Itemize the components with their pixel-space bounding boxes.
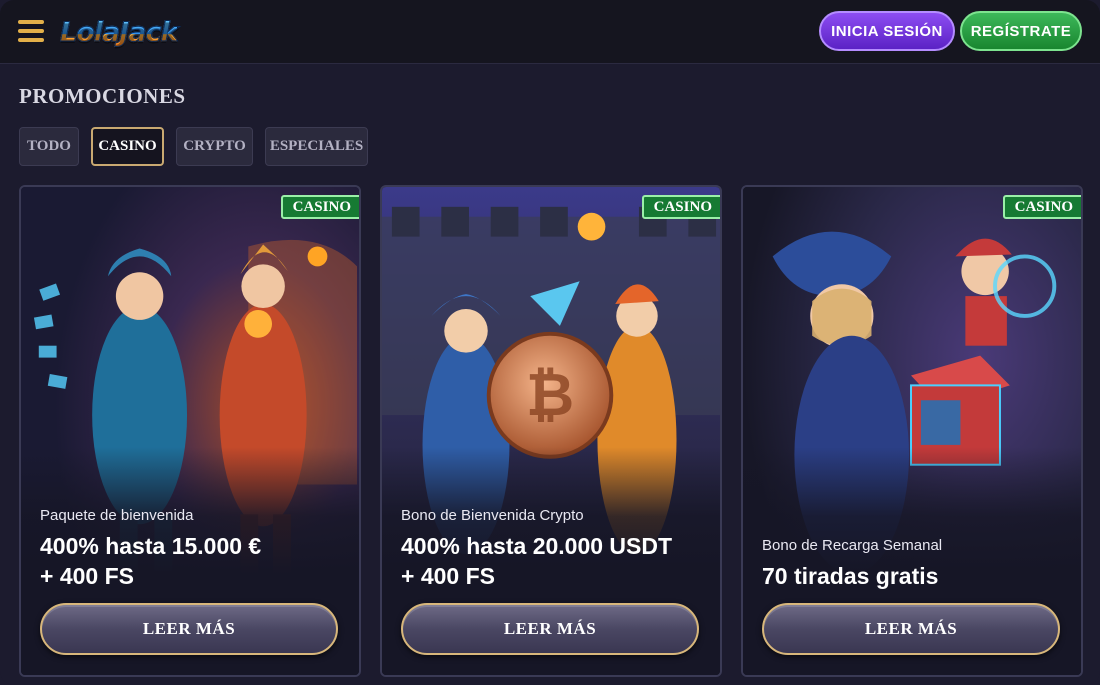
promo-card-welcome[interactable]: CASINO Paquete de bienvenida 400% hasta … xyxy=(19,185,361,677)
promo-subtitle: Bono de Bienvenida Crypto xyxy=(401,507,584,524)
tab-crypto[interactable]: CRYPTO xyxy=(176,127,253,166)
read-more-button[interactable]: LEER MÁS xyxy=(762,603,1060,655)
promo-headline-extra: + 400 FS xyxy=(40,563,134,589)
promo-filter-tabs: TODO CASINO CRYPTO ESPECIALES xyxy=(19,127,368,166)
page-title: PROMOCIONES xyxy=(19,84,186,108)
category-badge: CASINO xyxy=(1002,195,1081,219)
tab-especiales[interactable]: ESPECIALES xyxy=(265,127,368,166)
read-more-button[interactable]: LEER MÁS xyxy=(401,603,699,655)
promo-card-reload[interactable]: CASINO Bono de Recarga Semanal 70 tirada… xyxy=(741,185,1083,677)
promo-headline: 400% hasta 15.000 € xyxy=(40,533,262,559)
tab-todo[interactable]: TODO xyxy=(19,127,79,166)
read-more-button[interactable]: LEER MÁS xyxy=(40,603,338,655)
category-badge: CASINO xyxy=(641,195,720,219)
app-frame: LolaJack INICIA SESIÓN REGÍSTRATE PROMOC… xyxy=(0,0,1100,685)
promo-headline-extra: + 400 FS xyxy=(401,563,495,589)
promo-headline: 400% hasta 20.000 USDT xyxy=(401,533,673,559)
hamburger-menu-icon[interactable] xyxy=(18,20,44,42)
promo-subtitle: Paquete de bienvenida xyxy=(40,507,194,524)
promo-card-crypto[interactable]: ₿ CASINO Bono de Bienvenida Crypto 400% … xyxy=(380,185,722,677)
svg-text:₿: ₿ xyxy=(526,361,574,428)
tab-casino[interactable]: CASINO xyxy=(91,127,164,166)
category-badge: CASINO xyxy=(280,195,359,219)
logo-text: LolaJack xyxy=(59,16,178,48)
register-button[interactable]: REGÍSTRATE xyxy=(960,11,1082,51)
login-button[interactable]: INICIA SESIÓN xyxy=(819,11,955,51)
promo-headline: 70 tiradas gratis xyxy=(762,563,939,589)
top-header: LolaJack INICIA SESIÓN REGÍSTRATE xyxy=(0,0,1100,64)
promo-subtitle: Bono de Recarga Semanal xyxy=(762,537,943,554)
logo[interactable]: LolaJack xyxy=(59,12,178,52)
